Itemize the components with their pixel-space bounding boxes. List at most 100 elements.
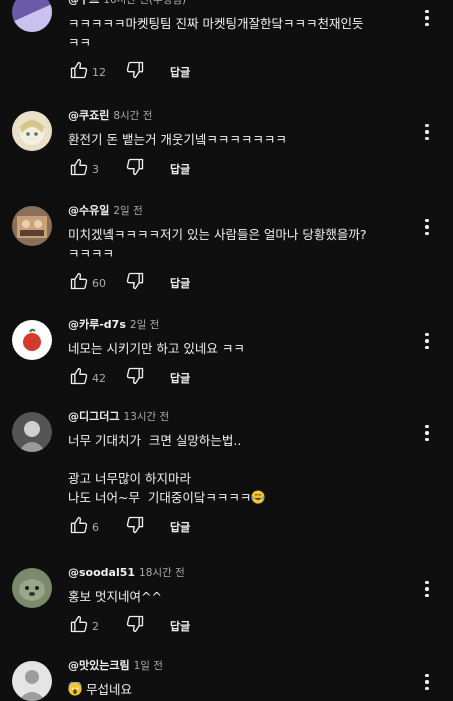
- comment-text: 무섭네요: [68, 680, 417, 699]
- reply-button[interactable]: 답글: [170, 64, 190, 80]
- comment-header: @디그더그 13시간 전: [68, 409, 417, 425]
- comment-time[interactable]: 13시간 전: [123, 411, 169, 423]
- more-vert-icon: [425, 9, 429, 27]
- thumb-down-icon: [125, 366, 145, 390]
- comment-header: @맛있는크림 1일 전: [68, 658, 417, 674]
- comment-actions: 3 답글: [68, 157, 417, 181]
- reply-button[interactable]: 답글: [170, 275, 190, 291]
- thumb-down-icon: [125, 157, 145, 181]
- dislike-button[interactable]: [124, 158, 146, 180]
- more-options-button[interactable]: [417, 329, 437, 353]
- comment-body: @맛있는크림 1일 전 무섭네요: [68, 658, 417, 699]
- like-count: 2: [92, 619, 99, 633]
- thumb-up-icon: [69, 157, 89, 181]
- comment-author[interactable]: @구브: [68, 0, 99, 6]
- comment-header: @카루-d7s 2일 전: [68, 317, 417, 333]
- avatar[interactable]: [12, 661, 52, 701]
- comment-text: 너무 기대치가 크면 실망하는법.. 광고 너무많이 하지마라 나도 너어~무 …: [68, 431, 417, 507]
- reply-button[interactable]: 답글: [170, 618, 190, 634]
- comment-actions: 6 답글: [68, 515, 417, 539]
- comment-text-content: 환전기 돈 뱉는거 개웃기넼ㅋㅋㅋㅋㅋㅋㅋ: [68, 132, 287, 147]
- comment-actions: 60 답글: [68, 271, 417, 295]
- thumb-down-icon: [125, 271, 145, 295]
- like-button[interactable]: [68, 615, 90, 637]
- comment-actions: 12 답글: [68, 60, 417, 84]
- dislike-button[interactable]: [124, 367, 146, 389]
- comment-text: 홍보 멋지네여^^: [68, 587, 417, 606]
- comment-text: ㅋㅋㅋㅋㅋ마켓팅팀 진짜 마켓팅개잘한닼ㅋㅋㅋ천재인듯 ㅋㅋ: [68, 14, 417, 52]
- avatar[interactable]: [12, 111, 52, 151]
- comment-text-content: 네모는 시키기만 하고 있네요 ㅋㅋ: [68, 341, 245, 356]
- comment-text: 환전기 돈 뱉는거 개웃기넼ㅋㅋㅋㅋㅋㅋㅋ: [68, 130, 417, 149]
- thumb-down-icon: [125, 515, 145, 539]
- reply-button[interactable]: 답글: [170, 519, 190, 535]
- comment-body: @수유일 2일 전 미치겠녴ㅋㅋㅋㅋ저기 있는 사람들은 얼마나 당황했을까? ㅋ…: [68, 203, 417, 295]
- reply-button[interactable]: 답글: [170, 161, 190, 177]
- comment-text-content: 미치겠녴ㅋㅋㅋㅋ저기 있는 사람들은 얼마나 당황했을까? ㅋㅋㅋㅋ: [68, 227, 367, 261]
- like-count: 60: [92, 276, 106, 290]
- thumb-down-icon: [125, 60, 145, 84]
- more-vert-icon: [425, 580, 429, 598]
- more-vert-icon: [425, 424, 429, 442]
- emoji-icon: [68, 682, 82, 697]
- like-button[interactable]: [68, 516, 90, 538]
- like-count: 42: [92, 371, 106, 385]
- more-options-button[interactable]: [417, 421, 437, 445]
- dislike-button[interactable]: [124, 272, 146, 294]
- comment-time[interactable]: 16시간 전(수정됨): [103, 0, 186, 6]
- thumb-up-icon: [69, 271, 89, 295]
- comment-time[interactable]: 2일 전: [130, 319, 159, 331]
- comment-author[interactable]: @쿠죠린: [68, 109, 109, 122]
- comment-author[interactable]: @수유일: [68, 204, 109, 217]
- like-button[interactable]: [68, 61, 90, 83]
- more-options-button[interactable]: [417, 577, 437, 601]
- like-button[interactable]: [68, 272, 90, 294]
- like-button[interactable]: [68, 158, 90, 180]
- comment-author[interactable]: @맛있는크림: [68, 659, 130, 672]
- comment-body: @카루-d7s 2일 전 네모는 시키기만 하고 있네요 ㅋㅋ 42 답글: [68, 317, 417, 390]
- more-options-button[interactable]: [417, 215, 437, 239]
- comment-author[interactable]: @soodal51: [68, 566, 135, 579]
- dislike-button[interactable]: [124, 61, 146, 83]
- thumb-up-icon: [69, 614, 89, 638]
- like-count: 3: [92, 162, 99, 176]
- more-vert-icon: [425, 673, 429, 691]
- thumb-up-icon: [69, 515, 89, 539]
- comment-time[interactable]: 8시간 전: [113, 110, 152, 122]
- more-options-button[interactable]: [417, 120, 437, 144]
- comment-text-content: 홍보 멋지네여^^: [68, 589, 162, 604]
- comment-author[interactable]: @디그더그: [68, 410, 119, 423]
- dislike-button[interactable]: [124, 516, 146, 538]
- reply-button[interactable]: 답글: [170, 370, 190, 386]
- more-options-button[interactable]: [417, 6, 437, 30]
- avatar[interactable]: [12, 0, 52, 32]
- comment-time[interactable]: 2일 전: [113, 205, 142, 217]
- like-count: 6: [92, 520, 99, 534]
- comment-time[interactable]: 1일 전: [134, 660, 163, 672]
- comment-text: 네모는 시키기만 하고 있네요 ㅋㅋ: [68, 339, 417, 358]
- more-options-button[interactable]: [417, 670, 437, 694]
- comment-header: @수유일 2일 전: [68, 203, 417, 219]
- comment-header: @쿠죠린 8시간 전: [68, 108, 417, 124]
- comment-author[interactable]: @카루-d7s: [68, 318, 126, 331]
- like-button[interactable]: [68, 367, 90, 389]
- comment-time[interactable]: 18시간 전: [139, 567, 185, 579]
- comment-body: @디그더그 13시간 전 너무 기대치가 크면 실망하는법.. 광고 너무많이 하…: [68, 409, 417, 539]
- more-vert-icon: [425, 218, 429, 236]
- comment-body: @쿠죠린 8시간 전 환전기 돈 뱉는거 개웃기넼ㅋㅋㅋㅋㅋㅋㅋ 3 답글: [68, 108, 417, 181]
- comment-actions: 2 답글: [68, 614, 417, 638]
- comment-header: @구브 16시간 전(수정됨): [68, 0, 417, 8]
- avatar[interactable]: [12, 206, 52, 246]
- thumb-up-icon: [69, 366, 89, 390]
- dislike-button[interactable]: [124, 615, 146, 637]
- avatar[interactable]: [12, 320, 52, 360]
- comment-body: @soodal51 18시간 전 홍보 멋지네여^^ 2 답글: [68, 565, 417, 638]
- comment-text-content: ㅋㅋㅋㅋㅋ마켓팅팀 진짜 마켓팅개잘한닼ㅋㅋㅋ천재인듯 ㅋㅋ: [68, 16, 364, 50]
- like-count: 12: [92, 65, 106, 79]
- thumb-up-icon: [69, 60, 89, 84]
- avatar[interactable]: [12, 568, 52, 608]
- more-vert-icon: [425, 123, 429, 141]
- comment-actions: 42 답글: [68, 366, 417, 390]
- avatar[interactable]: [12, 412, 52, 452]
- comment-text-content: 무섭네요: [85, 682, 132, 697]
